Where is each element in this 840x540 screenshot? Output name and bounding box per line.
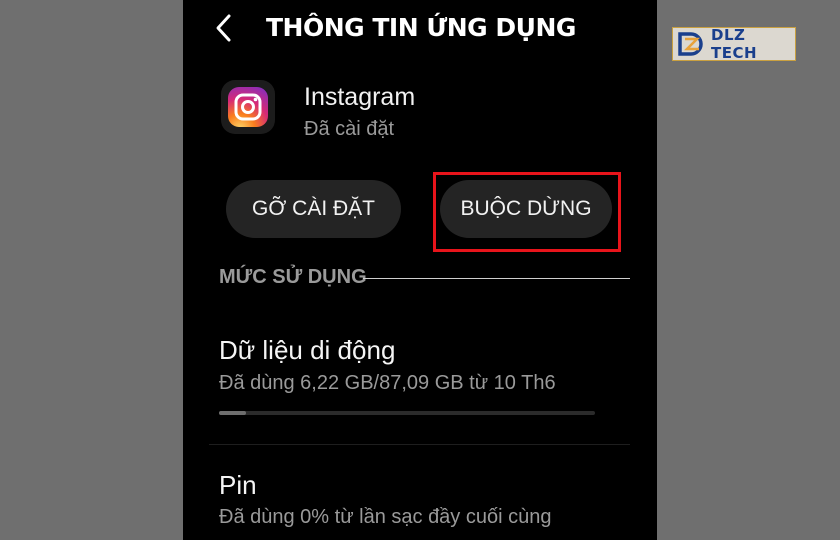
app-install-status: Đã cài đặt — [304, 118, 395, 140]
uninstall-button[interactable]: GỠ CÀI ĐẶT — [226, 180, 401, 238]
battery-subtitle: Đã dùng 0% từ lần sạc đầy cuối cùng — [219, 506, 552, 528]
back-button[interactable] — [209, 13, 239, 43]
dlz-logo-mark-icon — [677, 31, 707, 57]
mobile-data-progress-fill — [219, 411, 246, 415]
highlight-box — [433, 172, 621, 252]
app-name: Instagram — [304, 83, 416, 111]
phone-screen: THÔNG TIN ỨNG DỤNG Instagram Đã cài đặt … — [183, 0, 657, 540]
page-title: THÔNG TIN ỨNG DỤNG — [266, 13, 576, 42]
watermark-logo: DLZ TECH — [672, 26, 796, 62]
section-header-usage: MỨC SỬ DỤNG — [219, 266, 367, 288]
mobile-data-row[interactable]: Dữ liệu di động Đã dùng 6,22 GB/87,09 GB… — [183, 326, 657, 444]
battery-title: Pin — [219, 470, 257, 500]
mobile-data-progress — [219, 411, 595, 415]
app-icon — [221, 80, 275, 134]
app-bar: THÔNG TIN ỨNG DỤNG — [183, 0, 657, 60]
battery-row[interactable]: Pin Đã dùng 0% từ lần sạc đầy cuối cùng — [183, 460, 657, 540]
instagram-icon — [228, 87, 268, 127]
mobile-data-title: Dữ liệu di động — [219, 335, 396, 365]
section-divider — [363, 278, 630, 279]
mobile-data-subtitle: Đã dùng 6,22 GB/87,09 GB từ 10 Th6 — [219, 372, 556, 394]
chevron-left-icon — [216, 14, 231, 42]
row-divider — [209, 444, 630, 445]
watermark-text: DLZ TECH — [711, 26, 758, 62]
